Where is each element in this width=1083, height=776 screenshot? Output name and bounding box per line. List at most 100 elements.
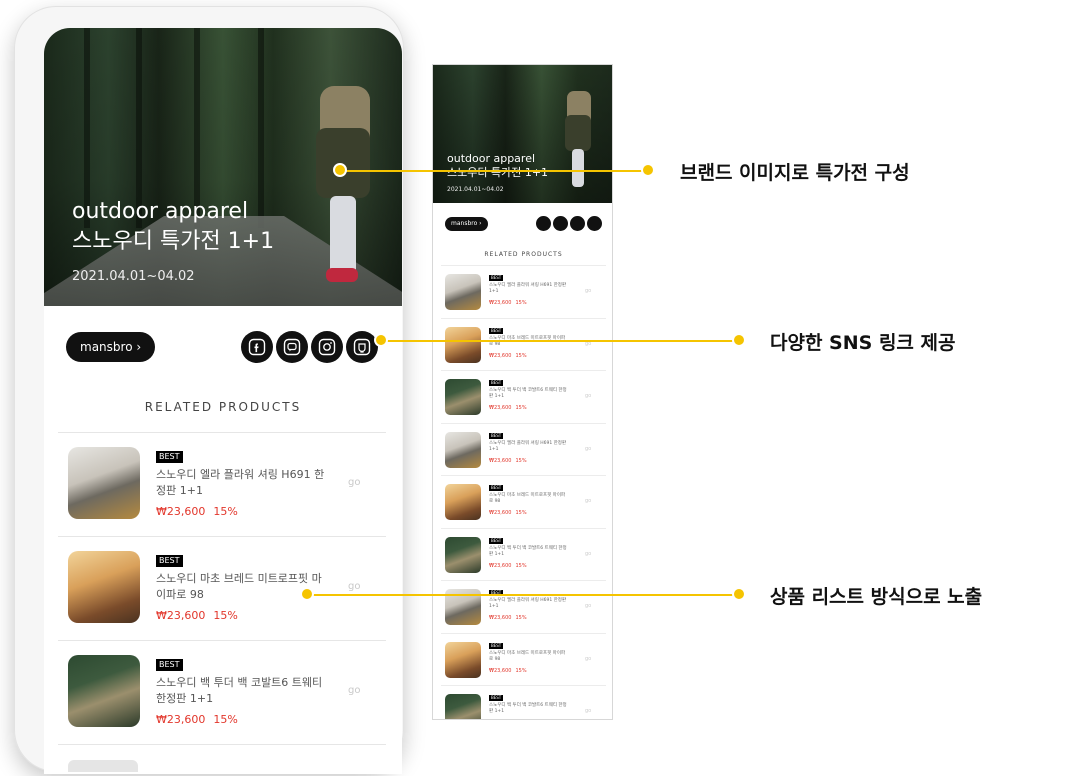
callout-label-sns-links: 다양한 SNS 링크 제공 [770,332,956,354]
callout-line [307,594,739,596]
shop-icon[interactable] [346,331,378,363]
product-thumbnail [68,447,140,519]
discount-rate: 15% [515,667,527,674]
product-price: ₩23,600 15% [489,405,527,411]
product-thumbnail [445,379,481,415]
product-price: ₩23,600 15% [489,563,527,569]
hero-title-line2: 스노우디 특가전 1+1 [72,229,275,254]
page-preview: outdoor apparel 스노우디 특가전 1+1 2021.04.01~… [432,64,613,720]
product-price: ₩23,600 15% [156,609,238,622]
product-thumbnail [445,431,481,468]
product-thumbnail [445,694,481,719]
callout-dot [300,587,314,601]
callout-line [340,170,648,172]
preview-list-item: BEST스노우디 백 투더 백 코발트6 트웨티 한정판 1+1₩23,6001… [441,371,606,424]
price-value: ₩23,600 [489,615,512,621]
phone-screen: outdoor apparel 스노우디 특가전 1+1 2021.04.01~… [44,28,402,774]
discount-rate: 15% [515,457,527,464]
instagram-icon[interactable] [311,331,343,363]
price-value: ₩23,600 [489,352,512,359]
go-link: go [585,655,592,662]
product-thumbnail [445,484,481,520]
best-badge: BEST [489,380,504,386]
best-badge: BEST [489,485,504,491]
product-thumbnail [445,536,481,573]
preview-list-item: BEST스노우디 백 투더 백 코발트6 트웨티 한정판 1+1₩23,6001… [441,529,606,581]
next-item-peek [68,760,138,772]
shop-icon [587,216,602,231]
preview-related-title: RELATED PRODUCTS [484,251,563,258]
product-list: BEST 스노우디 엘라 플라워 셔링 H691 한정판 1+1 ₩23,600… [58,432,386,745]
product-price: ₩23,600 15% [489,615,527,621]
best-badge: BEST [489,695,504,701]
callout-dot [374,333,388,347]
preview-product-list: BEST 스노우디 엘라 플라워 셔링 H691 한정판 1+1 ₩23,600 15… [441,265,606,719]
price-value: ₩23,600 [489,405,512,411]
product-price: ₩23,600 15% [156,505,238,518]
product-name: 스노우디 엘라 플라워 셔링 H691 한정판 1+1 [489,440,567,452]
product-name: 스노우디 마초 브레드 미트로프핏 마이파로 98 [489,493,566,504]
facebook-icon [536,216,551,231]
go-link[interactable]: go [348,581,360,592]
best-badge: BEST [489,642,504,649]
product-price: ₩23,600 15% [489,353,527,359]
hiker-figure [312,68,382,288]
product-name: 스노우디 엘라 플라워 셔링 H691 한정판 1+1 [489,283,567,294]
best-badge: BEST [156,659,183,671]
hero-text: outdoor apparel 스노우디 특가전 1+1 2021.04.01~… [72,197,274,284]
product-price: ₩23,600 15% [489,510,527,516]
go-link: go [585,498,592,504]
price-value: ₩23,600 [156,505,206,518]
facebook-icon[interactable] [241,331,273,363]
preview-hero-date: 2021.04.01~04.02 [447,186,504,193]
brand-button[interactable]: mansbro › [66,332,156,362]
product-name: 스노우디 엘라 플라워 셔링 H691 한정판 1+1 [156,468,325,497]
callout-label-product-list: 상품 리스트 방식으로 노출 [770,586,983,608]
callout-dot [641,163,655,177]
list-item[interactable]: BEST 스노우디 엘라 플라워 셔링 H691 한정판 1+1 ₩23,600… [58,433,386,537]
chat-icon [553,216,568,231]
product-thumbnail [445,641,481,678]
price-value: ₩23,600 [489,457,512,464]
hero-banner[interactable]: outdoor apparel 스노우디 특가전 1+1 2021.04.01~… [44,28,402,306]
go-link[interactable]: go [348,685,360,696]
list-item[interactable]: BEST 스노우디 마초 브레드 미트로프핏 마이파로 98 ₩23,600 15… [58,537,386,641]
discount-rate: 15% [213,609,238,622]
preview-list-item: BEST 스노우디 마초 브레드 미트로프핏 마이파로 98 ₩23,600 15% g… [441,476,606,529]
best-badge: BEST [489,327,504,334]
preview-hero-text: outdoor apparel 스노우디 특가전 1+1 2021.04.01~… [447,152,548,193]
best-badge: BEST [156,555,183,567]
go-link: go [585,708,592,714]
sns-icons [241,331,378,363]
product-name: 스노우디 엘라 플라워 셔링 H691 한정판 1+1 [489,598,567,609]
price-value: ₩23,600 [489,562,512,569]
discount-rate: 15% [515,615,527,621]
product-price: ₩23,600 15% [156,713,238,726]
callout-dot [732,587,746,601]
go-link[interactable]: go [348,477,360,488]
discount-rate: 15% [213,713,238,726]
preview-list-item: BEST스노우디 백 투더 백 코발트6 트웨티 한정판 1+1₩23,6001… [441,686,606,719]
preview-hero-title-line1: outdoor apparel [447,152,536,165]
preview-list-item: BEST 스노우디 마초 브레드 미트로프핏 마이파로 98 ₩23,600 15% g… [441,319,606,371]
discount-rate: 15% [213,505,238,518]
chat-icon[interactable] [276,331,308,363]
go-link: go [585,603,592,609]
preview-list-item: BEST 스노우디 엘라 플라워 셔링 H691 한정판 1+1 ₩23,600 15… [441,424,606,476]
hero-date: 2021.04.01~04.02 [72,269,195,284]
instagram-icon [570,216,585,231]
price-value: ₩23,600 [156,713,206,726]
discount-rate: 15% [515,405,527,411]
preview-list-item: BEST 스노우디 마초 브레드 미트로프핏 마이파로 98 ₩23,600 15% g… [441,634,606,686]
best-badge: BEST [156,451,183,463]
product-price: ₩23,600 15% [489,668,527,674]
discount-rate: 15% [515,510,527,516]
callout-dot [333,163,347,177]
list-item[interactable]: BEST 스노우디 백 투더 백 코발트6 트웨티 한정판 1+1 ₩23,60… [58,641,386,745]
product-price: ₩23,600 15% [489,300,527,306]
preview-brand-button: mansbro › [445,217,488,231]
price-value: ₩23,600 [489,300,512,306]
product-name: 스노우디 백 투더 백 코발트6 트웨티 한정판 1+1 [489,545,567,557]
callout-line [381,340,739,342]
product-thumbnail [68,551,140,623]
